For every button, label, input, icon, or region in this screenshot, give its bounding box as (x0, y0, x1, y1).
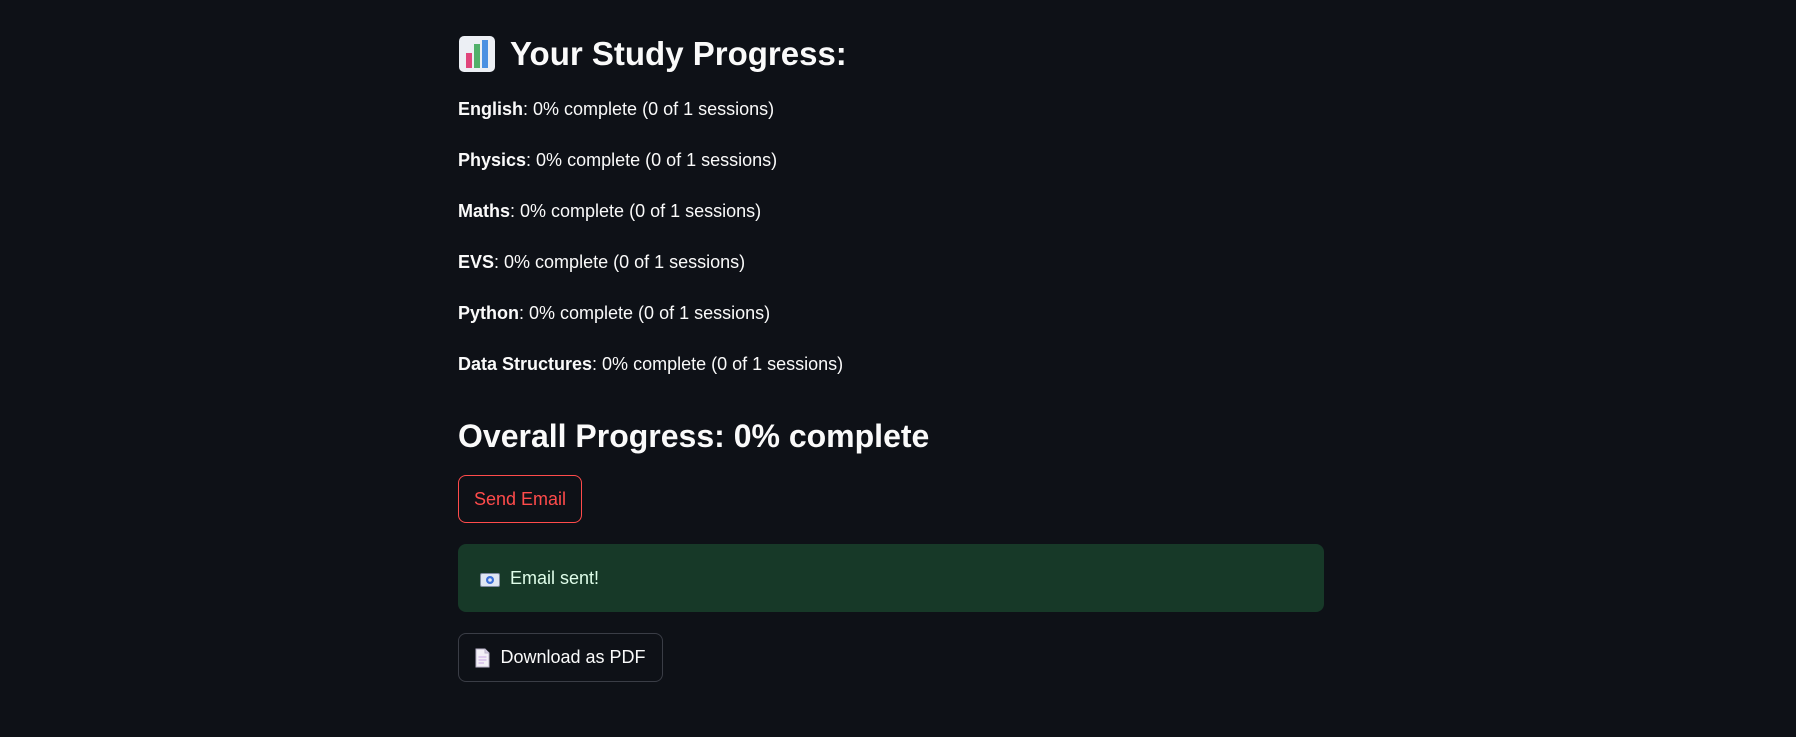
subject-name: English (458, 99, 524, 119)
subject-name: Python (458, 303, 519, 323)
subject-detail: : 0% complete (0 of 1 sessions) (592, 354, 844, 374)
overall-progress: Overall Progress: 0% complete (458, 418, 930, 454)
subject-progress-evs: EVS: 0% complete (0 of 1 sessions) (458, 250, 745, 274)
subject-name: Physics (458, 150, 527, 170)
page-title: Your Study Progress: (510, 35, 847, 72)
document-icon (475, 648, 490, 668)
subject-name: Maths (458, 201, 511, 221)
progress-heading: Your Study Progress: (458, 32, 847, 76)
alert-message: Email sent! (510, 567, 600, 588)
subject-detail: : 0% complete (0 of 1 sessions) (519, 303, 771, 323)
subject-detail: : 0% complete (0 of 1 sessions) (494, 252, 746, 272)
download-pdf-label: Download as PDF (500, 647, 646, 667)
subject-progress-python: Python: 0% complete (0 of 1 sessions) (458, 301, 770, 325)
send-email-button[interactable]: Send Email (458, 475, 582, 523)
subject-detail: : 0% complete (0 of 1 sessions) (526, 150, 778, 170)
subject-name: EVS (458, 252, 495, 272)
subject-detail: : 0% complete (0 of 1 sessions) (523, 99, 775, 119)
success-alert: Email sent! (458, 544, 1324, 612)
download-pdf-button[interactable]: Download as PDF (458, 633, 663, 682)
subject-progress-maths: Maths: 0% complete (0 of 1 sessions) (458, 199, 761, 223)
subject-name: Data Structures (458, 354, 593, 374)
subject-detail: : 0% complete (0 of 1 sessions) (510, 201, 762, 221)
subject-progress-data-structures: Data Structures: 0% complete (0 of 1 ses… (458, 352, 843, 376)
subject-progress-english: English: 0% complete (0 of 1 sessions) (458, 97, 774, 121)
bar-chart-icon (458, 35, 496, 73)
subject-progress-physics: Physics: 0% complete (0 of 1 sessions) (458, 148, 777, 172)
email-icon (480, 571, 500, 587)
